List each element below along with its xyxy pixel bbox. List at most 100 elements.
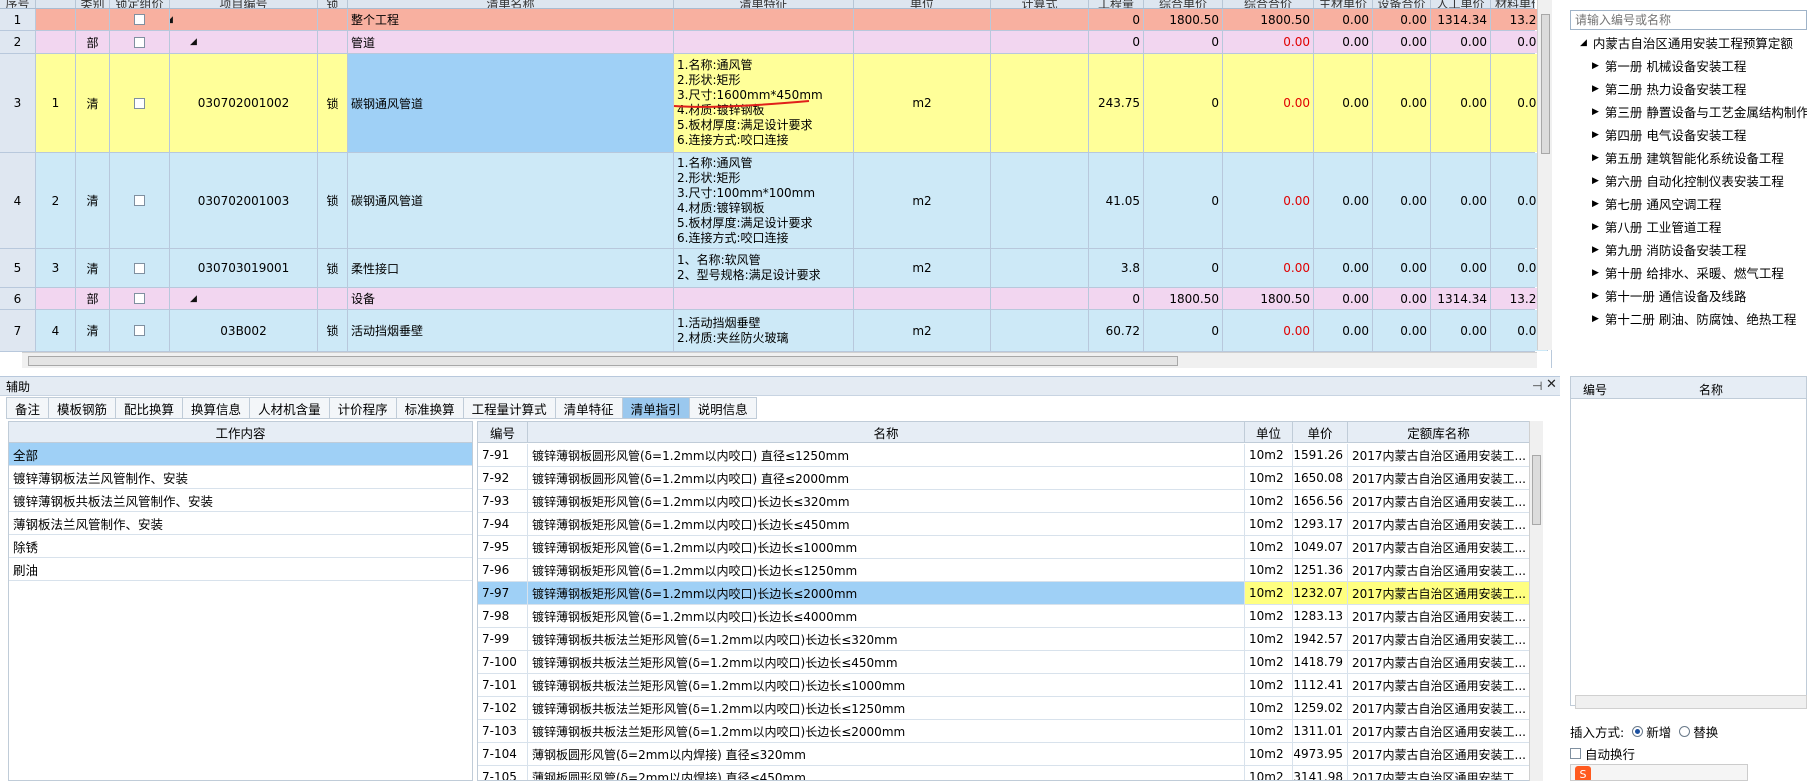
quota-cell-lib[interactable]: 2017内蒙古自治区通用安装工... xyxy=(1348,582,1530,604)
quota-cell-price[interactable]: 1650.08 xyxy=(1293,467,1348,489)
cell-type[interactable]: 清 xyxy=(76,153,110,248)
quota-row[interactable]: 7-91 镀锌薄钢板圆形风管(δ=1.2mm以内咬口) 直径≤1250mm 10m2… xyxy=(478,444,1542,467)
quota-cell-price[interactable]: 1942.57 xyxy=(1293,628,1348,650)
aux-tab[interactable]: 工程量计算式 xyxy=(463,397,556,419)
cell-lock[interactable] xyxy=(318,288,348,309)
quota-cell-price[interactable]: 1418.79 xyxy=(1293,651,1348,673)
cell-c14[interactable]: 0.00 xyxy=(1373,54,1431,152)
cell-lock_grp[interactable] xyxy=(110,9,170,30)
cell-c14[interactable]: 0.00 xyxy=(1373,31,1431,53)
cell-code[interactable]: ◢ xyxy=(170,31,318,53)
cell-formula[interactable] xyxy=(991,9,1089,30)
cell-name[interactable]: 碳钢通风管道 xyxy=(348,54,674,152)
aux-tab[interactable]: 配比换算 xyxy=(116,397,184,419)
col-header-6[interactable]: 清单特征 xyxy=(674,0,854,8)
work-item[interactable]: 除锈 xyxy=(9,535,472,558)
tree-item[interactable]: ▶ 第一册 机械设备安装工程 xyxy=(1592,54,1746,77)
col-header-3[interactable]: 项目编号 xyxy=(170,0,318,8)
cell-name[interactable]: 柔性接口 xyxy=(348,249,674,287)
quota-cell-code[interactable]: 7-95 xyxy=(478,536,528,558)
quota-cell-name[interactable]: 镀锌薄钢板圆形风管(δ=1.2mm以内咬口) 直径≤1250mm xyxy=(528,444,1245,466)
col-header-12[interactable]: 主材单价 xyxy=(1314,0,1373,8)
cell-c15[interactable]: 1314.34 xyxy=(1431,9,1491,30)
cell-c15[interactable]: 1314.34 xyxy=(1431,288,1491,309)
cell-code[interactable]: 030703019001 xyxy=(170,249,318,287)
collapsed-arrow-icon[interactable]: ▶ xyxy=(1592,107,1599,117)
tree-item[interactable]: ▶ 第三册 静置设备与工艺金属结构制作工 xyxy=(1592,100,1807,123)
quota-cell-code[interactable]: 7-103 xyxy=(478,720,528,742)
aux-tab[interactable]: 人材机含量 xyxy=(250,397,330,419)
quota-col-header[interactable]: 定额库名称 xyxy=(1348,422,1530,443)
quota-cell-unit[interactable]: 10m2 xyxy=(1245,444,1293,466)
cell-unit[interactable]: m2 xyxy=(854,249,991,287)
quota-col-header[interactable]: 名称 xyxy=(528,422,1245,443)
quota-cell-unit[interactable]: 10m2 xyxy=(1245,559,1293,581)
radio-replace[interactable] xyxy=(1679,726,1691,737)
cell-type[interactable]: 部 xyxy=(76,31,110,53)
quota-list-vscroll[interactable] xyxy=(1529,421,1543,781)
cell-unit[interactable] xyxy=(854,9,991,30)
quota-row[interactable]: 7-95 镀锌薄钢板矩形风管(δ=1.2mm以内咬口)长边长≤1000mm 10m2… xyxy=(478,536,1542,559)
col-header-2[interactable]: 锁定组价 xyxy=(110,0,170,8)
quota-cell-name[interactable]: 镀锌薄钢板矩形风管(δ=1.2mm以内咬口)长边长≤1000mm xyxy=(528,536,1245,558)
cell-seq[interactable]: 4 xyxy=(36,310,76,351)
cell-c15[interactable]: 0.00 xyxy=(1431,249,1491,287)
tree-item[interactable]: ▶ 第五册 建筑智能化系统设备工程 xyxy=(1592,146,1784,169)
bill-row[interactable]: 1◢整个工程01800.501800.500.000.001314.3413.2… xyxy=(0,9,1548,31)
quota-cell-unit[interactable]: 10m2 xyxy=(1245,766,1293,780)
quota-cell-unit[interactable]: 10m2 xyxy=(1245,536,1293,558)
quota-cell-code[interactable]: 7-105 xyxy=(478,766,528,780)
cell-lock[interactable] xyxy=(318,31,348,53)
cell-c13[interactable]: 0.00 xyxy=(1314,54,1373,152)
cell-price[interactable]: 0 xyxy=(1144,31,1223,53)
col-header-7[interactable]: 单位 xyxy=(854,0,991,8)
bill-row[interactable]: 2 部 ◢ 管道 0 0 0.00 0.00 0.00 0.00 0.00 xyxy=(0,31,1548,54)
col-header-4[interactable]: 锁 xyxy=(318,0,348,8)
cell-type[interactable] xyxy=(76,9,110,30)
cell-name[interactable]: 碳钢通风管道 xyxy=(348,153,674,248)
quota-col-header[interactable]: 单位 xyxy=(1245,422,1293,443)
quota-cell-lib[interactable]: 2017内蒙古自治区通用安装工... xyxy=(1348,513,1530,535)
cell-qty[interactable]: 60.72 xyxy=(1089,310,1144,351)
col-header-8[interactable]: 计算式 xyxy=(991,0,1089,8)
collapsed-arrow-icon[interactable]: ▶ xyxy=(1592,222,1599,232)
cell-lock_grp[interactable] xyxy=(110,288,170,309)
cell-c15[interactable]: 0.00 xyxy=(1431,31,1491,53)
cell-c13[interactable]: 0.00 xyxy=(1314,31,1373,53)
bill-grid-vscroll[interactable] xyxy=(1537,0,1552,350)
collapsed-arrow-icon[interactable]: ▶ xyxy=(1592,199,1599,209)
col-header-1[interactable] xyxy=(36,0,76,8)
cell-price[interactable]: 1800.50 xyxy=(1144,288,1223,309)
cell-rownum[interactable]: 2 xyxy=(0,31,36,53)
cell-name[interactable]: 管道 xyxy=(348,31,674,53)
quota-cell-price[interactable]: 3141.98 xyxy=(1293,766,1348,780)
quota-cell-name[interactable]: 镀锌薄钢板共板法兰矩形风管(δ=1.2mm以内咬口)长边长≤2000mm xyxy=(528,720,1245,742)
cell-c14[interactable]: 0.00 xyxy=(1373,153,1431,248)
quota-cell-code[interactable]: 7-92 xyxy=(478,467,528,489)
ime-toolbar[interactable]: S xyxy=(1570,764,1748,781)
quota-cell-code[interactable]: 7-97 xyxy=(478,582,528,604)
cell-spec[interactable] xyxy=(674,9,854,30)
quota-cell-lib[interactable]: 2017内蒙古自治区通用安装工... xyxy=(1348,674,1530,696)
quota-row[interactable]: 7-104 薄钢板圆形风管(δ=2mm以内焊接) 直径≤320mm 10m2 4973… xyxy=(478,743,1542,766)
cell-c14[interactable]: 0.00 xyxy=(1373,9,1431,30)
aux-tab[interactable]: 清单特征 xyxy=(555,397,623,419)
cell-total[interactable]: 0.00 xyxy=(1223,249,1314,287)
col-header-13[interactable]: 设备合价 xyxy=(1373,0,1431,8)
quota-cell-code[interactable]: 7-102 xyxy=(478,697,528,719)
quota-row[interactable]: 7-93 镀锌薄钢板矩形风管(δ=1.2mm以内咬口)长边长≤320mm 10m2 1… xyxy=(478,490,1542,513)
cell-formula[interactable] xyxy=(991,31,1089,53)
quota-cell-price[interactable]: 1293.17 xyxy=(1293,513,1348,535)
cell-lock_grp[interactable] xyxy=(110,31,170,53)
radio-add-label[interactable]: 新增 xyxy=(1646,722,1671,741)
quota-cell-name[interactable]: 镀锌薄钢板矩形风管(δ=1.2mm以内咬口)长边长≤2000mm xyxy=(528,582,1245,604)
selected-quota-hscroll[interactable] xyxy=(1575,695,1807,709)
lock-checkbox[interactable] xyxy=(134,325,145,336)
radio-replace-label[interactable]: 替换 xyxy=(1693,722,1718,741)
lock-checkbox[interactable] xyxy=(134,262,145,274)
cell-lock_grp[interactable] xyxy=(110,153,170,248)
cell-total[interactable]: 0.00 xyxy=(1223,31,1314,53)
cell-lock_grp[interactable] xyxy=(110,249,170,287)
quota-row[interactable]: 7-92 镀锌薄钢板圆形风管(δ=1.2mm以内咬口) 直径≤2000mm 10m2… xyxy=(478,467,1542,490)
collapsed-arrow-icon[interactable]: ▶ xyxy=(1592,130,1599,140)
